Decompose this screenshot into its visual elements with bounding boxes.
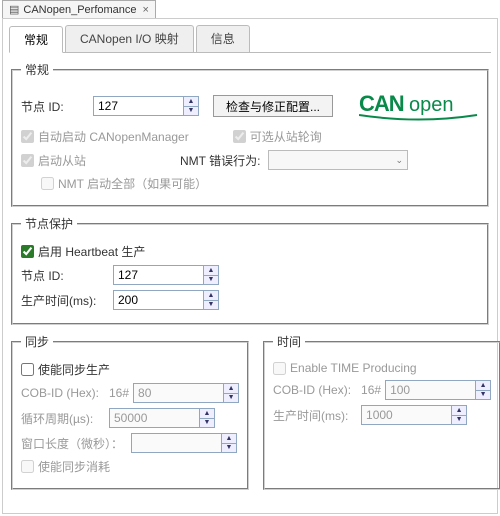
time-produce-spinner: ▲▼ bbox=[361, 405, 467, 425]
nmt-start-all-checkbox: NMT 启动全部（如果可能） bbox=[41, 175, 207, 192]
enable-sync-label: 使能同步生产 bbox=[38, 361, 110, 378]
window-title: CANopen_Perfomance bbox=[23, 4, 136, 16]
auto-start-manager-checkbox: 自动启动 CANopenManager bbox=[21, 128, 189, 145]
spin-buttons[interactable]: ▲▼ bbox=[183, 96, 199, 116]
sync-window-input bbox=[131, 433, 221, 453]
enable-heartbeat-label: 启用 Heartbeat 生产 bbox=[38, 243, 145, 260]
nmt-start-all-input bbox=[41, 177, 54, 190]
close-icon[interactable]: × bbox=[143, 4, 149, 16]
time-hex-prefix: 16# bbox=[361, 383, 381, 397]
enable-heartbeat-input[interactable] bbox=[21, 245, 34, 258]
spin-down-icon: ▼ bbox=[476, 391, 490, 400]
time-produce-input bbox=[361, 405, 451, 425]
start-slave-input bbox=[21, 154, 34, 167]
sync-cobid-label: COB-ID (Hex): bbox=[21, 386, 109, 400]
node-guard-group: 节点保护 启用 Heartbeat 生产 节点 ID: ▲▼ 生产时间(ms):… bbox=[11, 215, 489, 325]
enable-sync-checkbox[interactable]: 使能同步生产 bbox=[21, 361, 110, 378]
sync-legend: 同步 bbox=[21, 333, 53, 350]
sync-cycle-input bbox=[109, 408, 199, 428]
node-guard-legend: 节点保护 bbox=[21, 215, 77, 232]
sync-hex-prefix: 16# bbox=[109, 386, 129, 400]
spin-down-icon[interactable]: ▼ bbox=[184, 107, 198, 116]
optional-slave-poll-label: 可选从站轮询 bbox=[250, 128, 322, 145]
auto-start-manager-input bbox=[21, 130, 34, 143]
enable-sync-input[interactable] bbox=[21, 363, 34, 376]
ng-produce-time-spinner[interactable]: ▲▼ bbox=[113, 290, 219, 310]
window-tab[interactable]: ▤ CANopen_Perfomance × bbox=[2, 0, 156, 18]
spin-down-icon[interactable]: ▼ bbox=[204, 301, 218, 310]
ng-produce-time-label: 生产时间(ms): bbox=[21, 292, 113, 309]
nmt-start-all-label: NMT 启动全部（如果可能） bbox=[58, 175, 207, 192]
tab-bar: 常规 CANopen I/O 映射 信息 bbox=[9, 25, 491, 53]
time-cobid-input bbox=[385, 380, 475, 400]
sync-cobid-input bbox=[133, 383, 223, 403]
enable-time-checkbox: Enable TIME Producing bbox=[273, 361, 417, 375]
spin-down-icon: ▼ bbox=[200, 419, 214, 428]
optional-slave-poll-checkbox: 可选从站轮询 bbox=[233, 128, 322, 145]
ng-node-id-spinner[interactable]: ▲▼ bbox=[113, 265, 219, 285]
auto-start-manager-label: 自动启动 CANopenManager bbox=[38, 128, 189, 145]
sync-cycle-label: 循环周期(µs): bbox=[21, 410, 109, 427]
spin-up-icon[interactable]: ▲ bbox=[204, 266, 218, 276]
node-id-input[interactable] bbox=[93, 96, 183, 116]
enable-time-label: Enable TIME Producing bbox=[290, 361, 417, 375]
enable-sync-consume-label: 使能同步消耗 bbox=[38, 458, 110, 475]
tab-info[interactable]: 信息 bbox=[196, 25, 250, 52]
spin-up-icon[interactable]: ▲ bbox=[184, 97, 198, 107]
spin-up-icon: ▲ bbox=[224, 384, 238, 394]
main-panel: 常规 CANopen I/O 映射 信息 常规 节点 ID: ▲▼ 检查与修正配… bbox=[2, 18, 498, 514]
enable-time-input bbox=[273, 362, 286, 375]
sync-window-spinner: ▲▼ bbox=[131, 433, 237, 453]
logo-open-text: open bbox=[409, 94, 454, 116]
spin-down-icon: ▼ bbox=[224, 394, 238, 403]
check-config-button[interactable]: 检查与修正配置... bbox=[213, 95, 333, 117]
node-id-spinner[interactable]: ▲▼ bbox=[93, 96, 199, 116]
sync-window-label: 窗口长度（微秒）： bbox=[21, 435, 131, 452]
node-id-label: 节点 ID: bbox=[21, 98, 93, 115]
start-slave-checkbox: 启动从站 bbox=[21, 152, 86, 169]
document-icon: ▤ bbox=[9, 3, 19, 16]
time-cobid-spinner: ▲▼ bbox=[385, 380, 491, 400]
enable-sync-consume-checkbox: 使能同步消耗 bbox=[21, 458, 110, 475]
sync-cycle-spinner: ▲▼ bbox=[109, 408, 215, 428]
spin-down-icon[interactable]: ▼ bbox=[204, 276, 218, 285]
spin-up-icon: ▲ bbox=[222, 434, 236, 444]
optional-slave-poll-input bbox=[233, 130, 246, 143]
tab-io-mapping[interactable]: CANopen I/O 映射 bbox=[65, 25, 194, 52]
logo-can-text: CAN bbox=[359, 91, 404, 116]
chevron-down-icon: ⌄ bbox=[395, 155, 403, 166]
spin-up-icon: ▲ bbox=[476, 381, 490, 391]
general-legend: 常规 bbox=[21, 61, 53, 78]
general-group: 常规 节点 ID: ▲▼ 检查与修正配置... CAN open 自动启动 CA… bbox=[11, 61, 489, 207]
time-produce-label: 生产时间(ms): bbox=[273, 407, 361, 424]
enable-sync-consume-input bbox=[21, 460, 34, 473]
sync-group: 同步 使能同步生产 COB-ID (Hex): 16# ▲▼ 循环周期(µs): bbox=[11, 333, 249, 490]
sync-cobid-spinner: ▲▼ bbox=[133, 383, 239, 403]
enable-heartbeat-checkbox[interactable]: 启用 Heartbeat 生产 bbox=[21, 243, 145, 260]
start-slave-label: 启动从站 bbox=[38, 152, 86, 169]
spin-up-icon: ▲ bbox=[200, 409, 214, 419]
tab-general[interactable]: 常规 bbox=[9, 26, 63, 53]
time-cobid-label: COB-ID (Hex): bbox=[273, 383, 361, 397]
canopen-logo: CAN open bbox=[359, 89, 479, 123]
ng-node-id-label: 节点 ID: bbox=[21, 267, 113, 284]
time-group: 时间 Enable TIME Producing COB-ID (Hex): 1… bbox=[263, 333, 500, 490]
ng-produce-time-input[interactable] bbox=[113, 290, 203, 310]
spin-up-icon: ▲ bbox=[452, 406, 466, 416]
time-legend: 时间 bbox=[273, 333, 305, 350]
ng-node-id-input[interactable] bbox=[113, 265, 203, 285]
spin-down-icon: ▼ bbox=[222, 444, 236, 453]
nmt-error-label: NMT 错误行为: bbox=[180, 152, 268, 169]
spin-down-icon: ▼ bbox=[452, 416, 466, 425]
nmt-error-select: ⌄ bbox=[268, 150, 408, 170]
spin-up-icon[interactable]: ▲ bbox=[204, 291, 218, 301]
